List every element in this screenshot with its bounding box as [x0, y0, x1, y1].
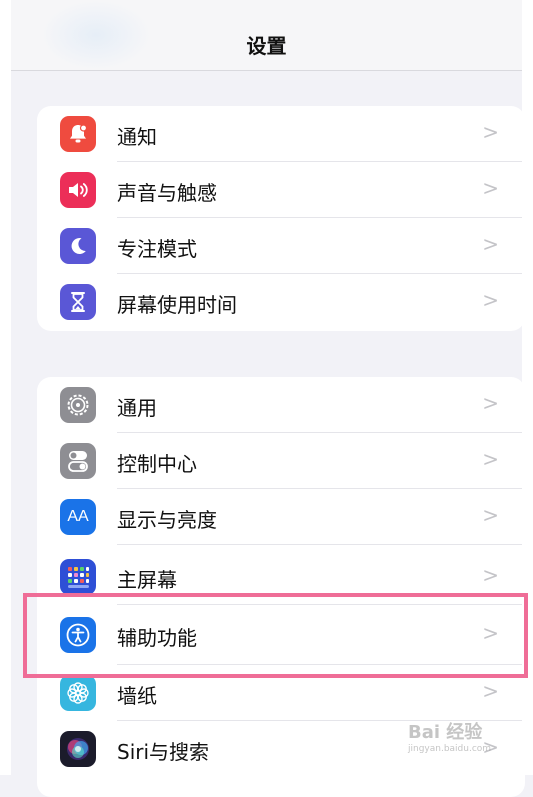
row-label: 显示与亮度 [117, 508, 217, 532]
hourglass-icon [60, 284, 96, 320]
chevron-right-icon: > [482, 679, 499, 703]
row-label: 主屏幕 [117, 568, 177, 592]
chevron-right-icon: > [482, 288, 499, 312]
app-grid-icon [60, 559, 96, 595]
chevron-right-icon: > [482, 391, 499, 415]
row-label: Siri与搜索 [117, 740, 210, 764]
settings-row-notifications[interactable]: 通知 > [37, 106, 525, 162]
settings-row-sounds[interactable]: 声音与触感 > [37, 162, 525, 218]
moon-icon [60, 228, 96, 264]
watermark-url: jingyan.baidu.com [408, 744, 492, 754]
row-label: 通用 [117, 396, 157, 420]
settings-row-general[interactable]: 通用 > [37, 377, 525, 433]
row-label: 控制中心 [117, 452, 197, 476]
row-label: 墙纸 [117, 684, 157, 708]
nav-header: 设置 [11, 0, 522, 71]
settings-group-1: 通知 > 声音与触感 > 专注模式 > 屏幕使用时间 > [37, 106, 525, 331]
row-label: 通知 [117, 125, 157, 149]
settings-row-screen-time[interactable]: 屏幕使用时间 > [37, 274, 525, 330]
speaker-icon [60, 172, 96, 208]
bell-icon [60, 116, 96, 152]
siri-icon [60, 731, 96, 767]
text-size-icon: AA [60, 499, 96, 535]
settings-row-focus[interactable]: 专注模式 > [37, 218, 525, 274]
left-margin [0, 0, 11, 775]
chevron-right-icon: > [482, 447, 499, 471]
settings-row-control-center[interactable]: 控制中心 > [37, 433, 525, 489]
chevron-right-icon: > [482, 503, 499, 527]
row-label: 屏幕使用时间 [117, 293, 237, 317]
highlight-box [23, 593, 528, 678]
flower-icon [60, 675, 96, 711]
row-label: 专注模式 [117, 237, 197, 261]
chevron-right-icon: > [482, 563, 499, 587]
page-title: 设置 [246, 34, 287, 58]
row-label: 声音与触感 [117, 181, 217, 205]
chevron-right-icon: > [482, 120, 499, 144]
chevron-right-icon: > [482, 232, 499, 256]
gear-icon [60, 387, 96, 423]
toggles-icon [60, 443, 96, 479]
watermark: Bai 经验 [408, 722, 483, 743]
settings-row-display[interactable]: AA 显示与亮度 > [37, 489, 525, 545]
chevron-right-icon: > [482, 176, 499, 200]
text-size-glyph: AA [67, 508, 89, 525]
